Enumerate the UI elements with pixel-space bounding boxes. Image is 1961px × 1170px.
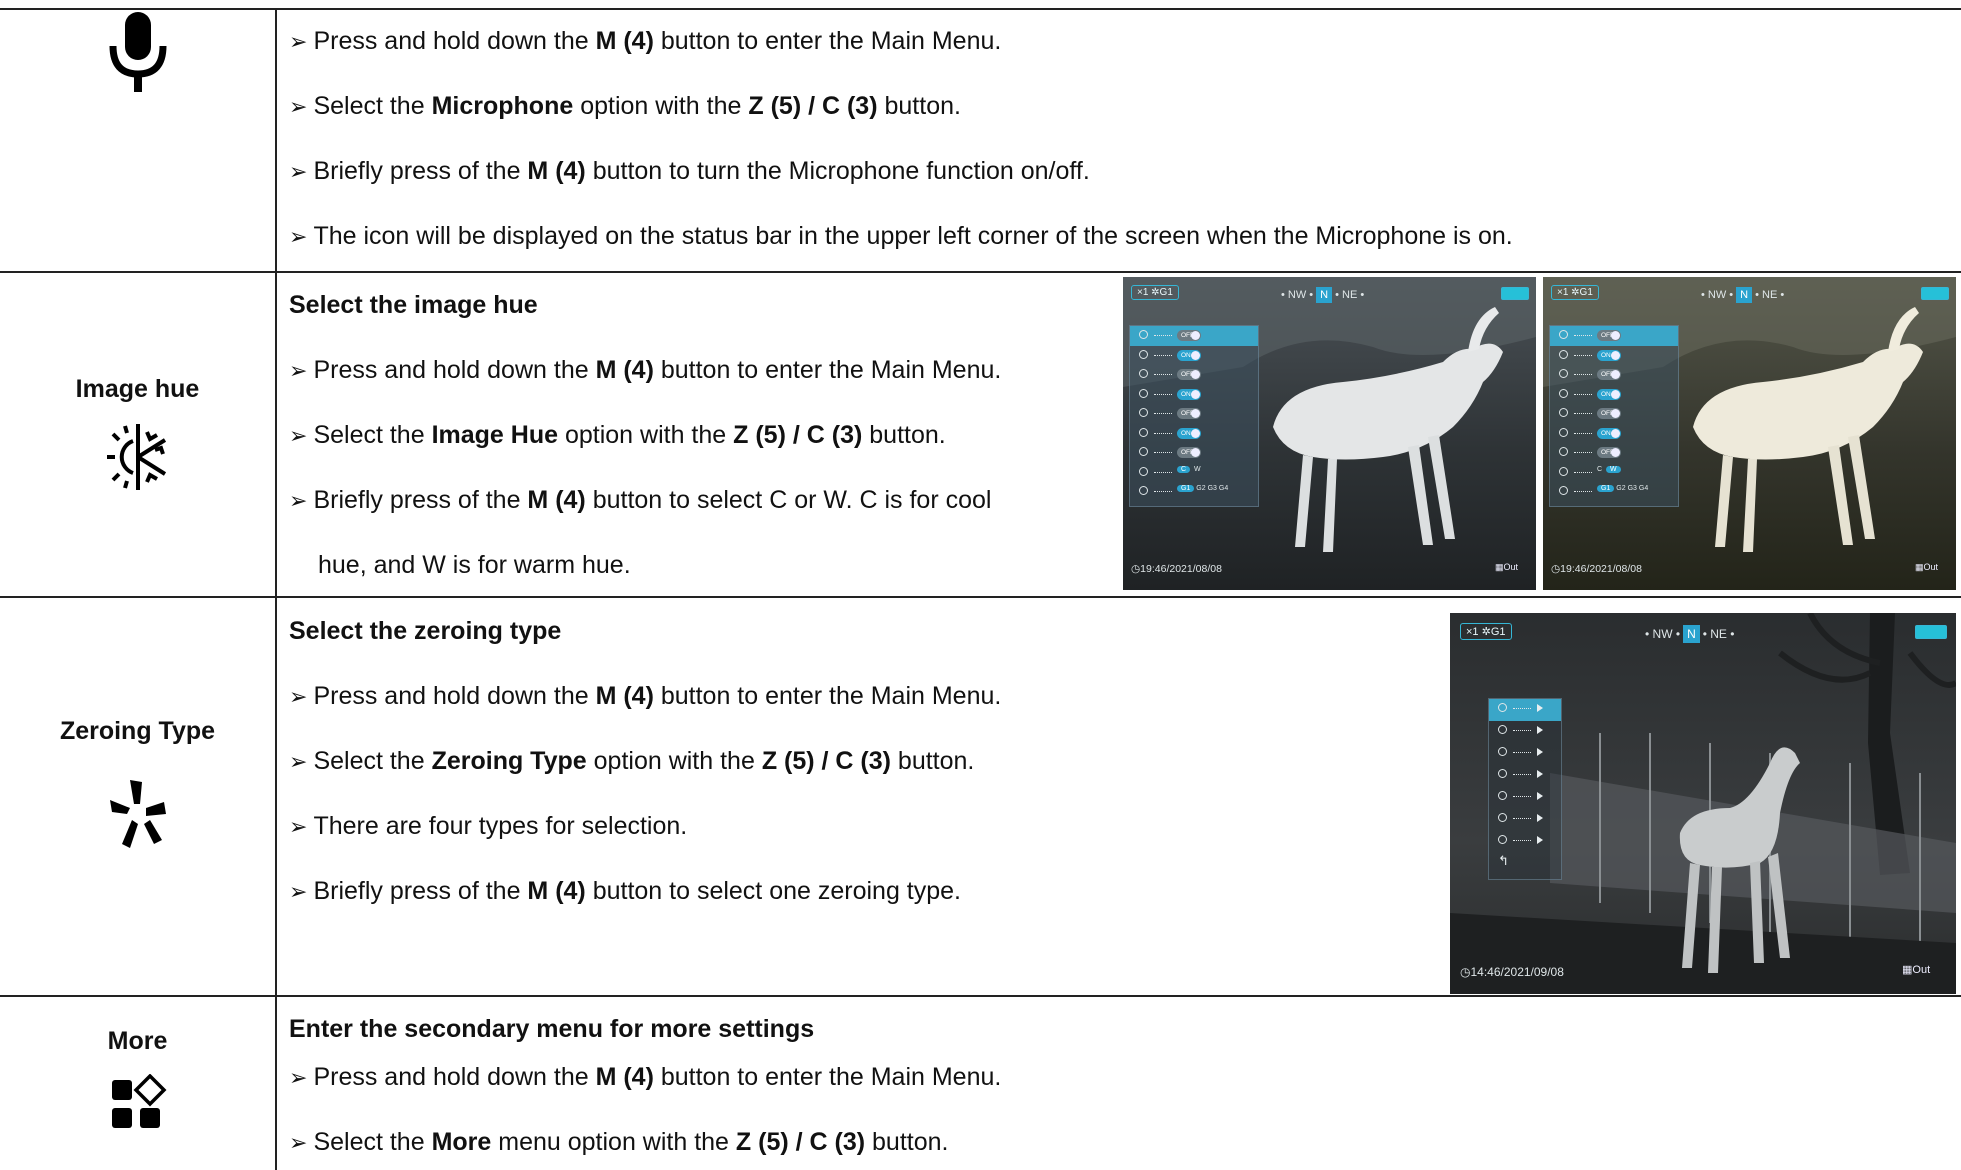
bullet-icon: ➢ [289, 358, 308, 383]
section-heading: Enter the secondary menu for more settin… [289, 1015, 815, 1043]
zeroing-menu: ↰ [1488, 698, 1562, 880]
menu-row [1489, 787, 1561, 809]
section-heading: Select the image hue [289, 291, 538, 319]
image-hue-label: Image hue [75, 375, 200, 403]
status-chip: ×1 ✲G1 [1551, 285, 1599, 300]
menu-row: OFF [1550, 365, 1678, 385]
status-chip: ×1 ✲G1 [1460, 623, 1512, 640]
compass: • NW • N • NE • [1645, 625, 1735, 643]
menu-row: OFF [1130, 365, 1258, 385]
row-divider-1 [0, 271, 1961, 273]
instruction-line: ➢ Select the Image Hue option with the Z … [289, 421, 946, 449]
instruction-line: ➢ Press and hold down the M (4) button to… [289, 356, 1002, 384]
thermal-screenshot-warm: ×1 ✲G1 • NW • N • NE • OFF ON OFF ON OFF O… [1543, 277, 1956, 590]
menu-row: OFF [1130, 404, 1258, 424]
timestamp: ◷19:46/2021/08/08 [1131, 563, 1222, 575]
zeroing-type-label: Zeroing Type [59, 717, 216, 745]
battery-icon [1501, 287, 1529, 300]
battery-icon [1915, 625, 1947, 639]
section-heading: Select the zeroing type [289, 617, 562, 645]
instruction-line: ➢ Select the Zeroing Type option with the… [289, 747, 975, 775]
out-icon: ▦Out [1495, 562, 1519, 572]
compass: • NW • N • NE • [1281, 287, 1365, 303]
menu-row: OFF [1550, 404, 1678, 424]
compass: • NW • N • NE • [1701, 287, 1785, 303]
bullet-icon: ➢ [289, 94, 308, 119]
status-chip: ×1 ✲G1 [1131, 285, 1179, 300]
instruction-line: ➢ The icon will be displayed on the statu… [289, 222, 1513, 250]
bullet-icon: ➢ [289, 423, 308, 448]
instruction-line: ➢ Briefly press of the M (4) button to se… [289, 486, 992, 514]
menu-row: OFF [1550, 326, 1678, 346]
menu-row: ON [1130, 385, 1258, 405]
more-grid-icon [0, 1074, 275, 1134]
bullet-icon: ➢ [289, 684, 308, 709]
thermal-screenshot-cool: ×1 ✲G1 • NW • N • NE • OFF ON OFF ON OFF O… [1123, 277, 1536, 590]
menu-row: ON [1130, 424, 1258, 444]
menu-row [1489, 765, 1561, 787]
battery-icon [1921, 287, 1949, 300]
instruction-line: ➢ Press and hold down the M (4) button to… [289, 27, 1002, 55]
back-icon: ↰ [1498, 853, 1509, 868]
instruction-line: ➢ Press and hold down the M (4) button to… [289, 682, 1002, 710]
thermal-screenshot-zeroing: ×1 ✲G1 • NW • N • NE • ↰ ◷14:46/2021/09/08… [1450, 613, 1956, 994]
menu-row [1489, 721, 1561, 743]
menu-row: ON [1130, 346, 1258, 366]
snowflake-sun-icon [0, 422, 275, 492]
microphone-icon [0, 12, 275, 94]
bullet-icon: ➢ [289, 749, 308, 774]
bullet-icon: ➢ [289, 879, 308, 904]
instruction-line: ➢ Select the More menu option with the Z … [289, 1128, 949, 1156]
bullet-icon: ➢ [289, 29, 308, 54]
instruction-line: ➢ Select the Microphone option with the Z… [289, 92, 961, 120]
menu-row: OFF [1550, 443, 1678, 463]
more-label: More [107, 1027, 168, 1055]
instruction-line: ➢ There are four types for selection. [289, 812, 688, 840]
out-icon: ▦Out [1915, 562, 1939, 572]
bullet-icon: ➢ [289, 1130, 308, 1155]
instruction-line: ➢ Briefly press of the M (4) button to tu… [289, 157, 1090, 185]
timestamp: ◷14:46/2021/09/08 [1460, 965, 1564, 979]
menu-row [1489, 809, 1561, 831]
menu-row: ON [1550, 424, 1678, 444]
out-icon: ▦Out [1902, 964, 1931, 976]
bullet-icon: ➢ [289, 224, 308, 249]
instruction-continuation: hue, and W is for warm hue. [318, 551, 631, 579]
menu-row-hue: C W [1550, 463, 1678, 483]
menu-row [1489, 699, 1561, 721]
menu-row: ON [1550, 346, 1678, 366]
instruction-line: ➢ Press and hold down the M (4) button to… [289, 1063, 1002, 1091]
menu-row: OFF [1130, 326, 1258, 346]
bullet-icon: ➢ [289, 488, 308, 513]
bullet-icon: ➢ [289, 1065, 308, 1090]
timestamp: ◷19:46/2021/08/08 [1551, 563, 1642, 575]
settings-menu: OFF ON OFF ON OFF ON OFF C W G1 G2 G3 G4 [1549, 325, 1679, 507]
column-divider [275, 8, 277, 1170]
menu-row: ON [1550, 385, 1678, 405]
menu-row [1489, 831, 1561, 853]
zeroing-propeller-icon [0, 778, 275, 850]
bullet-icon: ➢ [289, 159, 308, 184]
bullet-icon: ➢ [289, 814, 308, 839]
table-top-border [0, 8, 1961, 10]
menu-row [1489, 743, 1561, 765]
settings-menu: OFF ON OFF ON OFF ON OFF C W G1 G2 G3 G4 [1129, 325, 1259, 507]
instruction-line: ➢ Briefly press of the M (4) button to se… [289, 877, 961, 905]
menu-row-hue: C W [1130, 463, 1258, 483]
menu-row-gain: G1 G2 G3 G4 [1130, 482, 1258, 502]
menu-row: OFF [1130, 443, 1258, 463]
row-divider-3 [0, 995, 1961, 997]
row-divider-2 [0, 596, 1961, 598]
menu-row-gain: G1 G2 G3 G4 [1550, 482, 1678, 502]
